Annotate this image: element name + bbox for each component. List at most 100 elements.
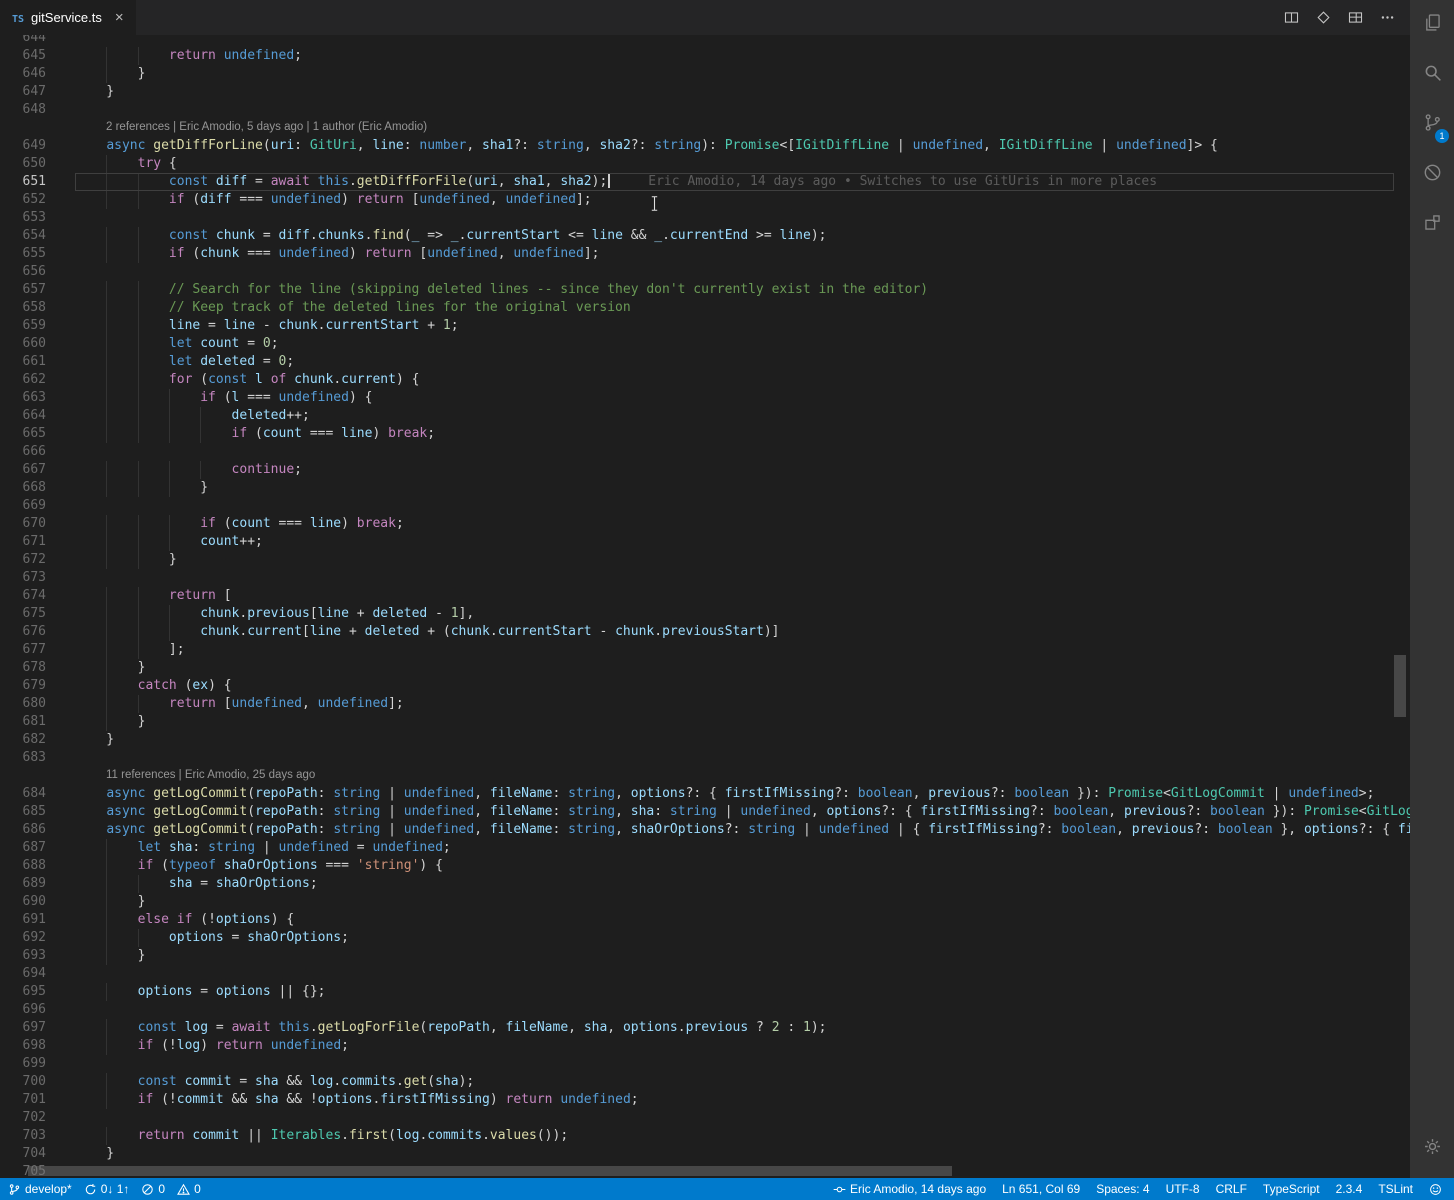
error-count[interactable]: 0	[141, 1182, 165, 1196]
code-line-696[interactable]: 696	[0, 1001, 1410, 1019]
code-line-647[interactable]: 647 }	[0, 83, 1410, 101]
code-line-670[interactable]: 670 if (count === line) break;	[0, 515, 1410, 533]
activity-settings[interactable]	[1410, 1124, 1454, 1174]
code-line-677[interactable]: 677 ];	[0, 641, 1410, 659]
code-line-669[interactable]: 669	[0, 497, 1410, 515]
code-line-653[interactable]: 653	[0, 209, 1410, 227]
code-line-682[interactable]: 682 }	[0, 731, 1410, 749]
code-line-695[interactable]: 695 options = options || {};	[0, 983, 1410, 1001]
code-line-699[interactable]: 699	[0, 1055, 1410, 1073]
code-line-654[interactable]: 654 const chunk = diff.chunks.find(_ => …	[0, 227, 1410, 245]
blame-status[interactable]: Eric Amodio, 14 days ago	[833, 1182, 986, 1196]
code-line-662[interactable]: 662 for (const l of chunk.current) {	[0, 371, 1410, 389]
code-line-668[interactable]: 668 }	[0, 479, 1410, 497]
code-line-660[interactable]: 660 let count = 0;	[0, 335, 1410, 353]
settings-gear-icon	[1422, 1136, 1443, 1162]
line-number: 659	[22, 318, 46, 333]
code-line-701[interactable]: 701 if (!commit && sha && !options.first…	[0, 1091, 1410, 1109]
code-line-649[interactable]: 649 async getDiffForLine(uri: GitUri, li…	[0, 137, 1410, 155]
code-line-683[interactable]: 683	[0, 749, 1410, 767]
gitlens-blame-icon[interactable]	[1315, 9, 1332, 26]
code-line-667[interactable]: 667 continue;	[0, 461, 1410, 479]
sync-status[interactable]: 0↓ 1↑	[84, 1182, 129, 1196]
split-editor-icon[interactable]	[1283, 9, 1300, 26]
code-line-692[interactable]: 692 options = shaOrOptions;	[0, 929, 1410, 947]
code-line-679[interactable]: 679 catch (ex) {	[0, 677, 1410, 695]
code-line-663[interactable]: 663 if (l === undefined) {	[0, 389, 1410, 407]
activity-explorer[interactable]	[1410, 0, 1454, 50]
code-line-671[interactable]: 671 count++;	[0, 533, 1410, 551]
editor-layout-icon[interactable]	[1347, 9, 1364, 26]
language-mode[interactable]: TypeScript	[1263, 1182, 1320, 1196]
code-line-650[interactable]: 650 try {	[0, 155, 1410, 173]
code-line-651[interactable]: 651 const diff = await this.getDiffForFi…	[0, 173, 1410, 191]
code-text: }	[75, 552, 177, 567]
code-line-680[interactable]: 680 return [undefined, undefined];	[0, 695, 1410, 713]
code-line-678[interactable]: 678 }	[0, 659, 1410, 677]
code-line-665[interactable]: 665 if (count === line) break;	[0, 425, 1410, 443]
code-text: async getDiffForLine(uri: GitUri, line: …	[106, 138, 1218, 153]
code-line-672[interactable]: 672 }	[0, 551, 1410, 569]
code-line-675[interactable]: 675 chunk.previous[line + deleted - 1],	[0, 605, 1410, 623]
codelens-annotation[interactable]: 2 references | Eric Amodio, 5 days ago |…	[0, 119, 1410, 137]
eol-sequence[interactable]: CRLF	[1216, 1182, 1247, 1196]
line-number: 694	[22, 966, 46, 981]
tab-gitservice[interactable]: TS gitService.ts ×	[0, 0, 136, 35]
code-line-648[interactable]: 648	[0, 101, 1410, 119]
branch-indicator[interactable]: develop*	[8, 1182, 72, 1196]
activity-search[interactable]	[1410, 50, 1454, 100]
code-line-704[interactable]: 704 }	[0, 1145, 1410, 1163]
code-line-655[interactable]: 655 if (chunk === undefined) return [und…	[0, 245, 1410, 263]
code-line-685[interactable]: 685 async getLogCommit(repoPath: string …	[0, 803, 1410, 821]
code-line-644[interactable]: 644	[0, 35, 1410, 47]
code-line-666[interactable]: 666	[0, 443, 1410, 461]
code-line-697[interactable]: 697 const log = await this.getLogForFile…	[0, 1019, 1410, 1037]
activity-source-control[interactable]: 1	[1410, 100, 1454, 150]
code-line-686[interactable]: 686 async getLogCommit(repoPath: string …	[0, 821, 1410, 839]
cursor-position[interactable]: Ln 651, Col 69	[1002, 1182, 1080, 1196]
codelens-annotation[interactable]: 11 references | Eric Amodio, 25 days ago	[0, 767, 1410, 785]
close-icon[interactable]: ×	[109, 10, 124, 25]
code-line-645[interactable]: 645 return undefined;	[0, 47, 1410, 65]
vertical-scrollbar[interactable]	[1394, 655, 1406, 717]
code-line-700[interactable]: 700 const commit = sha && log.commits.ge…	[0, 1073, 1410, 1091]
code-line-702[interactable]: 702	[0, 1109, 1410, 1127]
horizontal-scrollbar[interactable]	[28, 1166, 952, 1176]
encoding[interactable]: UTF-8	[1166, 1182, 1200, 1196]
code-text: options = options || {};	[137, 984, 326, 999]
code-line-694[interactable]: 694	[0, 965, 1410, 983]
code-line-703[interactable]: 703 return commit || Iterables.first(log…	[0, 1127, 1410, 1145]
code-line-689[interactable]: 689 sha = shaOrOptions;	[0, 875, 1410, 893]
code-line-691[interactable]: 691 else if (!options) {	[0, 911, 1410, 929]
code-line-676[interactable]: 676 chunk.current[line + deleted + (chun…	[0, 623, 1410, 641]
indent-guide	[137, 425, 139, 443]
tslint-status[interactable]: TSLint	[1378, 1182, 1413, 1196]
indent-guide	[106, 65, 108, 83]
code-line-652[interactable]: 652 if (diff === undefined) return [unde…	[0, 191, 1410, 209]
code-line-664[interactable]: 664 deleted++;	[0, 407, 1410, 425]
code-line-657[interactable]: 657 // Search for the line (skipping del…	[0, 281, 1410, 299]
code-line-687[interactable]: 687 let sha: string | undefined = undefi…	[0, 839, 1410, 857]
indentation[interactable]: Spaces: 4	[1096, 1182, 1149, 1196]
cursor-position-label: Ln 651, Col 69	[1002, 1182, 1081, 1196]
code-editor[interactable]: 644 645 return undefined; 646 } 647 } 648 2 r…	[0, 35, 1410, 1178]
warning-count[interactable]: 0	[177, 1182, 201, 1196]
more-actions-icon[interactable]	[1379, 9, 1396, 26]
activity-extensions[interactable]	[1410, 200, 1454, 250]
code-line-674[interactable]: 674 return [	[0, 587, 1410, 605]
code-line-656[interactable]: 656	[0, 263, 1410, 281]
code-line-684[interactable]: 684 async getLogCommit(repoPath: string …	[0, 785, 1410, 803]
code-line-659[interactable]: 659 line = line - chunk.currentStart + 1…	[0, 317, 1410, 335]
code-line-698[interactable]: 698 if (!log) return undefined;	[0, 1037, 1410, 1055]
code-line-646[interactable]: 646 }	[0, 65, 1410, 83]
code-line-681[interactable]: 681 }	[0, 713, 1410, 731]
code-line-693[interactable]: 693 }	[0, 947, 1410, 965]
code-line-658[interactable]: 658 // Keep track of the deleted lines f…	[0, 299, 1410, 317]
code-line-690[interactable]: 690 }	[0, 893, 1410, 911]
typescript-version[interactable]: 2.3.4	[1336, 1182, 1363, 1196]
code-line-688[interactable]: 688 if (typeof shaOrOptions === 'string'…	[0, 857, 1410, 875]
feedback[interactable]	[1429, 1183, 1442, 1196]
activity-debug[interactable]	[1410, 150, 1454, 200]
code-line-673[interactable]: 673	[0, 569, 1410, 587]
code-line-661[interactable]: 661 let deleted = 0;	[0, 353, 1410, 371]
